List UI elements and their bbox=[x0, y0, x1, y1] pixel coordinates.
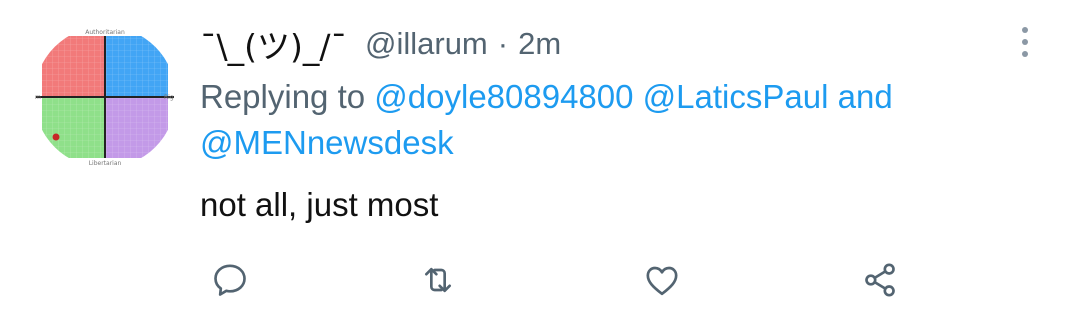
more-options-icon[interactable] bbox=[1010, 22, 1040, 62]
retweet-button[interactable] bbox=[416, 258, 460, 302]
separator: · bbox=[497, 26, 509, 61]
like-button[interactable] bbox=[640, 258, 684, 302]
heart-icon bbox=[646, 266, 678, 296]
avatar-left-label: m bbox=[35, 94, 41, 101]
reply-button[interactable] bbox=[208, 258, 252, 302]
retweet-icon bbox=[425, 267, 451, 293]
replying-prefix: Replying to bbox=[200, 78, 366, 115]
mention-link[interactable]: @MENnewsdesk bbox=[200, 124, 454, 161]
avatar-right-label: Rig bbox=[164, 94, 174, 101]
reply-icon bbox=[214, 264, 246, 296]
tweet-header: ¯\_(ツ)_/¯ @illarum · 2m bbox=[200, 22, 561, 66]
mention-link[interactable]: @LaticsPaul bbox=[643, 78, 829, 115]
share-icon bbox=[865, 263, 895, 297]
share-button[interactable] bbox=[858, 258, 902, 302]
tweet-text: not all, just most bbox=[200, 186, 439, 223]
mention-link[interactable]: @doyle80894800 bbox=[374, 78, 633, 115]
timestamp[interactable]: 2m bbox=[518, 26, 561, 62]
mention-and[interactable]: and bbox=[838, 78, 893, 115]
user-handle[interactable]: @illarum bbox=[365, 26, 488, 62]
display-name[interactable]: ¯\_(ツ)_/¯ bbox=[200, 20, 347, 68]
action-bar bbox=[0, 250, 1080, 306]
avatar[interactable]: Authoritarian Libertarian m Rig bbox=[34, 26, 176, 168]
tweet[interactable]: Authoritarian Libertarian m Rig ¯\_(ツ)_/… bbox=[0, 0, 1080, 318]
avatar-bottom-label: Libertarian bbox=[89, 160, 122, 167]
position-dot bbox=[52, 133, 60, 141]
avatar-top-label: Authoritarian bbox=[85, 29, 125, 36]
replying-to: Replying to @doyle80894800 @LaticsPaul a… bbox=[200, 74, 1040, 166]
